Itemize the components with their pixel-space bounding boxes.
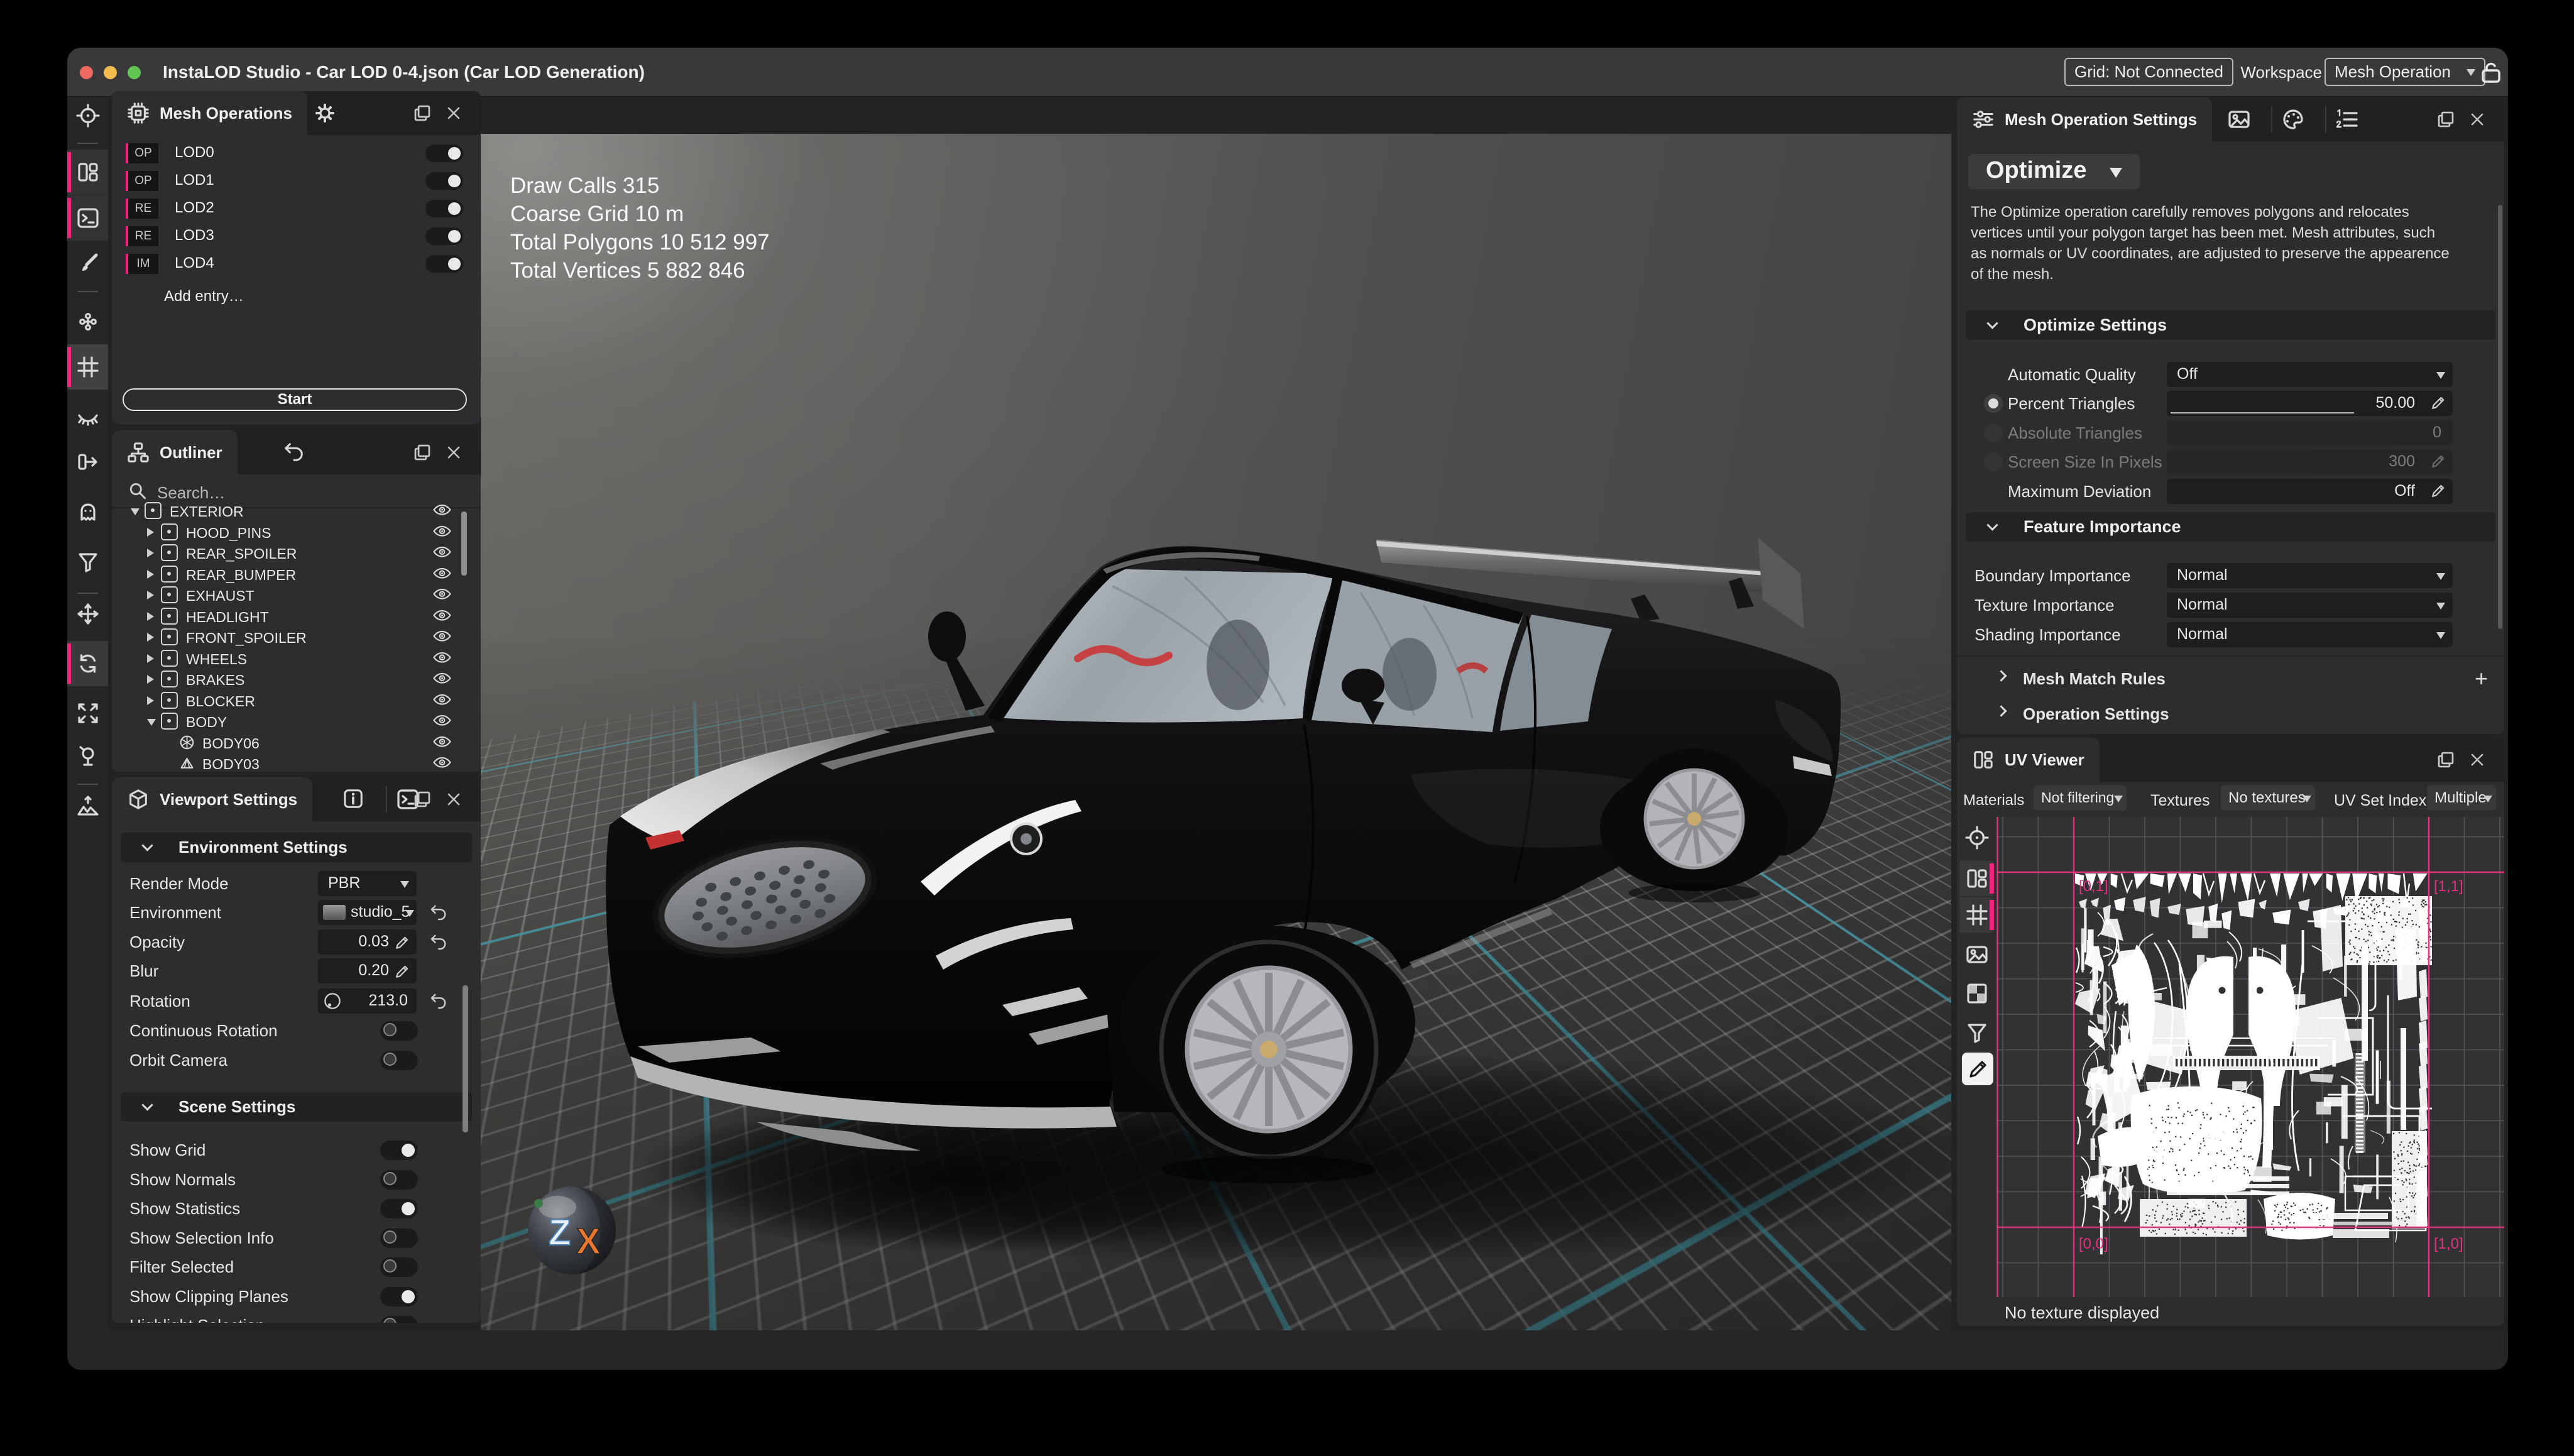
svg-text:[1,1]: [1,1] bbox=[2434, 878, 2463, 895]
svg-text:[1,0]: [1,0] bbox=[2434, 1235, 2463, 1252]
svg-text:[0,0]: [0,0] bbox=[2079, 1235, 2108, 1252]
svg-text:Z: Z bbox=[549, 1212, 571, 1253]
svg-text:X: X bbox=[576, 1221, 601, 1262]
svg-text:[0,1]: [0,1] bbox=[2079, 878, 2108, 895]
